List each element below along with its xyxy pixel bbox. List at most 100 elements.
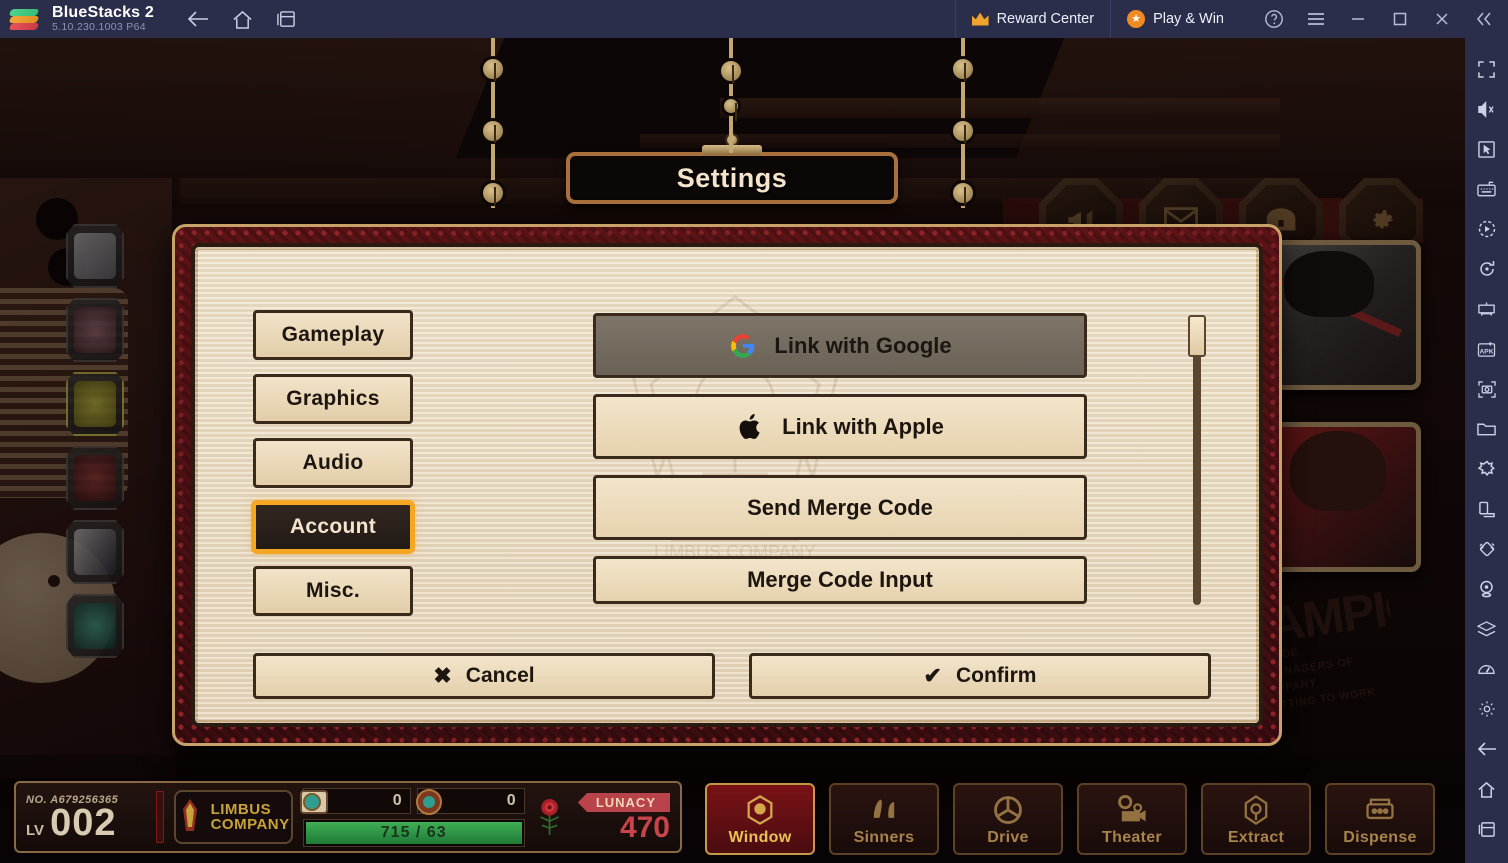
multi-instance-manager-icon[interactable] xyxy=(1467,290,1507,328)
performance-icon[interactable] xyxy=(1467,650,1507,688)
titlebar-home-icon[interactable] xyxy=(228,5,256,33)
app-title-block: BlueStacks 2 5.10.230.1003 P64 xyxy=(52,4,155,33)
play-and-win-button[interactable]: ★ Play & Win xyxy=(1110,0,1240,38)
fullscreen-icon[interactable] xyxy=(1467,50,1507,88)
help-icon[interactable] xyxy=(1254,0,1294,38)
sinners-icon xyxy=(873,799,895,818)
nav-theater[interactable]: Theater xyxy=(1077,783,1187,855)
minimize-icon[interactable] xyxy=(1338,0,1378,38)
lunacy-block: LUNACY 470 xyxy=(577,793,670,843)
page-title: Settings xyxy=(676,162,788,193)
tab-gameplay[interactable]: Gameplay xyxy=(253,310,413,360)
back-icon[interactable] xyxy=(1467,730,1507,768)
nav-dispense-label: Dispense xyxy=(1343,829,1417,846)
titlebar-multi-instance-icon[interactable] xyxy=(272,5,300,33)
macro-play-icon[interactable] xyxy=(1467,210,1507,248)
guild-name-line-2: COMPANY xyxy=(210,816,290,833)
reward-center-button[interactable]: Reward Center xyxy=(954,0,1111,38)
close-icon[interactable] xyxy=(1422,0,1462,38)
theater-icon xyxy=(1118,794,1146,822)
level-label: LV xyxy=(26,821,45,839)
decor-chain-left xyxy=(480,38,506,208)
skill-icon-6[interactable] xyxy=(66,594,124,658)
options-scrollbar-track[interactable] xyxy=(1188,315,1206,605)
hamburger-menu-icon[interactable] xyxy=(1296,0,1336,38)
collapse-icon[interactable] xyxy=(1464,0,1504,38)
bluestacks-logo-icon xyxy=(8,7,40,31)
nav-sinners-label: Sinners xyxy=(853,829,915,846)
device-profile-icon[interactable] xyxy=(1467,490,1507,528)
send-merge-code-label: Send Merge Code xyxy=(747,494,933,520)
settings-gear-icon[interactable] xyxy=(1467,690,1507,728)
install-apk-icon[interactable]: APK xyxy=(1467,330,1507,368)
tab-account[interactable]: Account xyxy=(253,502,413,552)
keyboard-icon[interactable] xyxy=(1467,170,1507,208)
tab-audio[interactable]: Audio xyxy=(253,438,413,488)
character-card-2[interactable] xyxy=(1261,422,1421,572)
game-bottom-nav: Window Sinners Drive Theater Extract Dis… xyxy=(705,783,1435,855)
skill-icon-1[interactable] xyxy=(66,224,124,288)
settings-body: Gameplay Graphics Audio Account Misc. Li… xyxy=(195,247,1259,723)
nav-dispense[interactable]: Dispense xyxy=(1325,783,1435,855)
currency-ticket[interactable]: 0 xyxy=(299,787,411,814)
location-icon[interactable] xyxy=(1467,570,1507,608)
lunacy-label: LUNACY xyxy=(577,793,670,812)
decor-chain-center xyxy=(718,38,744,153)
titlebar-back-icon[interactable] xyxy=(184,5,212,33)
apple-icon xyxy=(736,412,766,442)
window-icon xyxy=(747,795,773,825)
home-icon[interactable] xyxy=(1467,770,1507,808)
confirm-button[interactable]: ✔ Confirm xyxy=(749,653,1211,699)
merge-code-input-button[interactable]: Merge Code Input xyxy=(593,556,1087,604)
background-plank-1 xyxy=(720,98,1280,118)
skill-icon-5[interactable] xyxy=(66,520,124,584)
tab-misc[interactable]: Misc. xyxy=(253,566,413,616)
mute-icon[interactable] xyxy=(1467,90,1507,128)
rose-icon xyxy=(539,798,559,836)
nav-theater-label: Theater xyxy=(1102,829,1162,846)
send-merge-code-button[interactable]: Send Merge Code xyxy=(593,475,1087,540)
tab-gameplay-label: Gameplay xyxy=(281,323,385,346)
maximize-icon[interactable] xyxy=(1380,0,1420,38)
app-version: 5.10.230.1003 P64 xyxy=(52,20,146,33)
settings-tab-list: Gameplay Graphics Audio Account Misc. xyxy=(253,310,413,616)
nav-drive-label: Drive xyxy=(987,829,1029,846)
cancel-button-label: Cancel xyxy=(465,664,535,687)
nav-drive[interactable]: Drive xyxy=(953,783,1063,855)
app-name: BlueStacks 2 xyxy=(52,4,155,22)
nav-extract-label: Extract xyxy=(1227,829,1285,846)
screenshot-icon[interactable] xyxy=(1467,370,1507,408)
drive-icon xyxy=(994,796,1022,824)
skill-icon-3[interactable] xyxy=(66,372,124,436)
link-with-apple-button[interactable]: Link with Apple xyxy=(593,394,1087,459)
media-folder-icon[interactable] xyxy=(1467,410,1507,448)
link-with-google-button[interactable]: Link with Google xyxy=(593,313,1087,378)
player-level-block: NO. A679256365 LV 002 xyxy=(26,794,146,842)
currency-row: 0 0 xyxy=(299,787,525,815)
tab-audio-label: Audio xyxy=(302,451,364,474)
nav-window[interactable]: Window xyxy=(705,783,815,855)
close-icon: ✖ xyxy=(433,663,452,688)
extract-icon xyxy=(1244,795,1268,825)
eco-mode-icon[interactable] xyxy=(1467,450,1507,488)
currency-module[interactable]: 0 xyxy=(415,787,525,815)
shake-icon[interactable] xyxy=(1467,530,1507,568)
character-card-1[interactable] xyxy=(1261,240,1421,390)
layers-icon[interactable] xyxy=(1467,610,1507,648)
cancel-button[interactable]: ✖ Cancel xyxy=(253,653,715,699)
guild-name-line-1: LIMBUS xyxy=(210,801,272,818)
recents-icon[interactable] xyxy=(1467,810,1507,848)
game-hud: NO. A679256365 LV 002 LIMBUS COMPANY 0 0… xyxy=(0,755,1465,863)
skill-icon-4[interactable] xyxy=(66,446,124,510)
skill-icon-2[interactable] xyxy=(66,298,124,362)
account-options-list: Link with Google Link with Apple Send Me xyxy=(593,313,1087,604)
tab-graphics[interactable]: Graphics xyxy=(253,374,413,424)
options-scrollbar-thumb[interactable] xyxy=(1188,315,1206,357)
nav-extract[interactable]: Extract xyxy=(1201,783,1311,855)
tab-account-label: Account xyxy=(289,515,377,538)
nav-sinners[interactable]: Sinners xyxy=(829,783,939,855)
rotate-icon[interactable] xyxy=(1467,250,1507,288)
pointer-icon[interactable] xyxy=(1467,130,1507,168)
check-icon: ✔ xyxy=(923,663,942,688)
guild-badge[interactable]: LIMBUS COMPANY xyxy=(173,790,293,844)
